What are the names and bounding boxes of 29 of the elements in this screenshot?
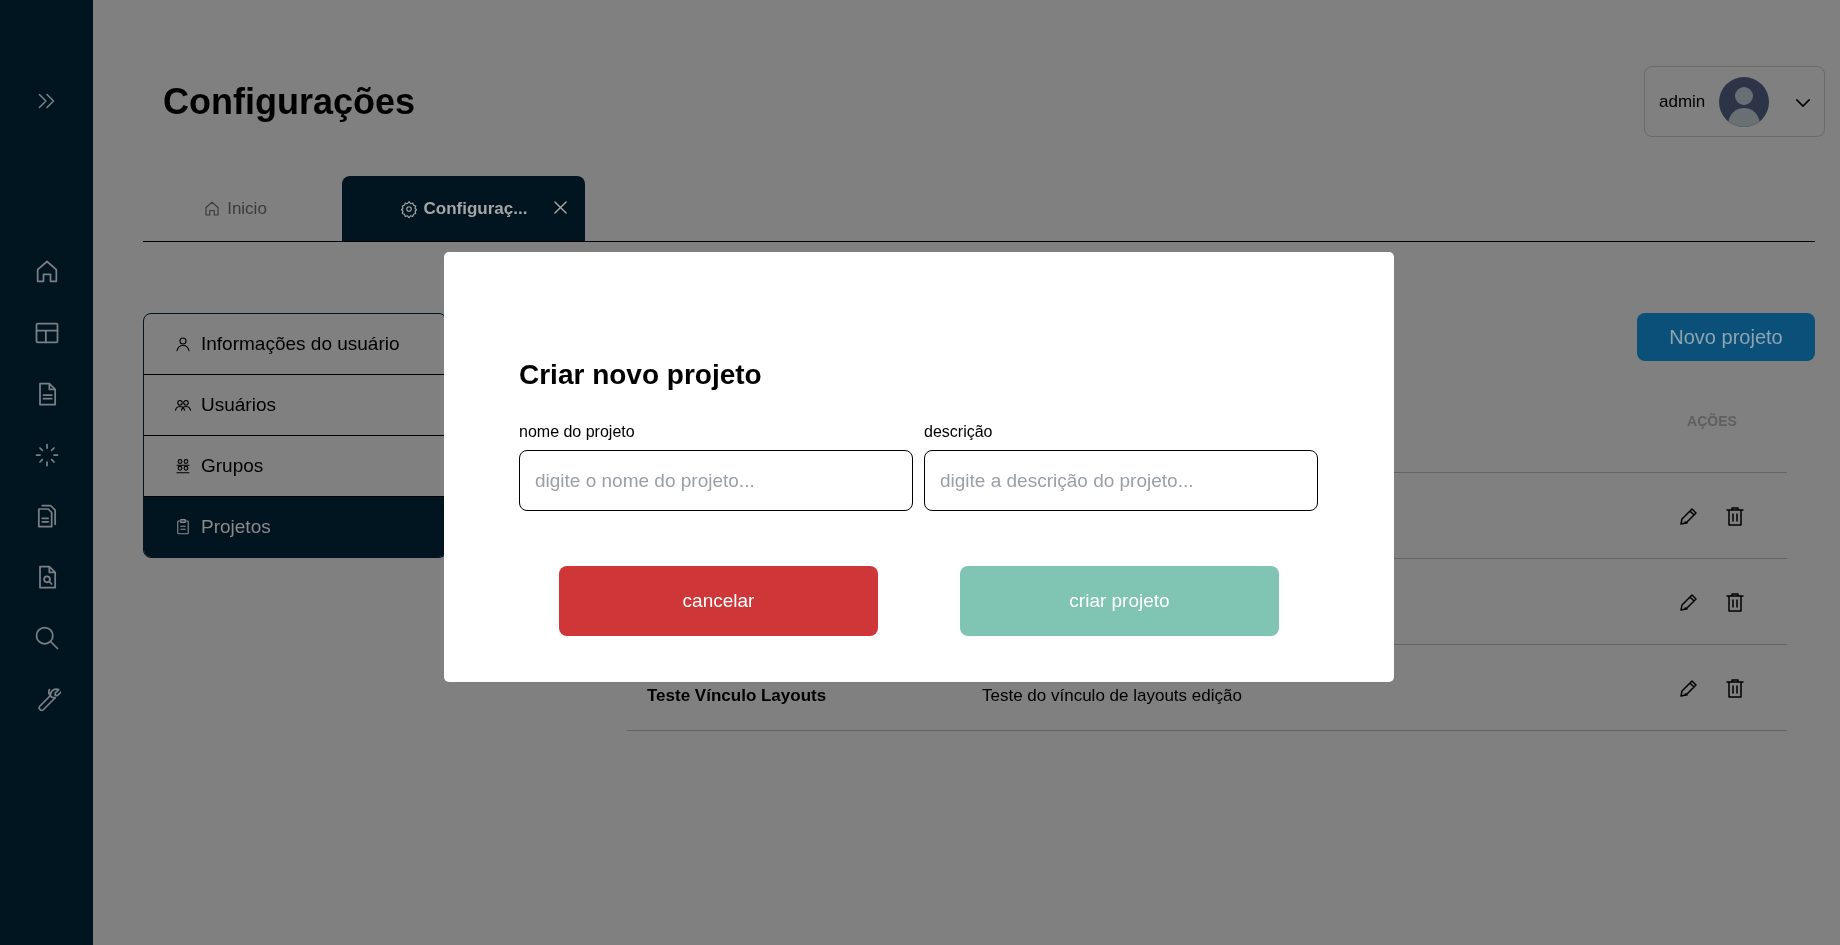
cancel-button[interactable]: cancelar [559,566,878,636]
groups-icon [174,457,192,475]
menu-item-label: Usuários [201,394,276,416]
tab-label: Inicio [227,198,267,219]
modal-title: Criar novo projeto [519,359,763,391]
chevron-down-icon [1796,98,1810,107]
tab[interactable]: Configuraç... [342,176,585,241]
project-name: Teste Vínculo Layouts [647,685,827,705]
close-icon[interactable] [554,200,567,214]
menu-item-label: Informações do usuário [201,333,400,355]
tab-label: Configuraç... [423,198,528,219]
user-menu[interactable]: admin [1644,66,1825,137]
settings-menu-item[interactable]: Informações do usuário [144,314,446,374]
user-icon [174,335,192,353]
page-title: Configurações [163,80,416,123]
menu-item-label: Grupos [201,455,264,477]
tab[interactable]: Inicio [170,176,300,241]
project-description: Teste do vínculo de layouts edição [982,685,1242,705]
field-label: nome do projeto [519,423,636,441]
gear-icon [399,199,418,218]
field-label: descrição [924,423,994,441]
input-field[interactable]: digite a descrição do projeto... [924,450,1318,511]
user-name: admin [1659,91,1706,112]
menu-item-label: Projetos [201,516,271,538]
input-field[interactable]: digite o nome do projeto... [519,450,913,511]
clipboard-icon [174,518,192,536]
home-icon [203,199,222,218]
settings-menu-item[interactable]: Projetos [144,496,446,557]
new-project-button[interactable]: Novo projeto [1637,313,1815,361]
